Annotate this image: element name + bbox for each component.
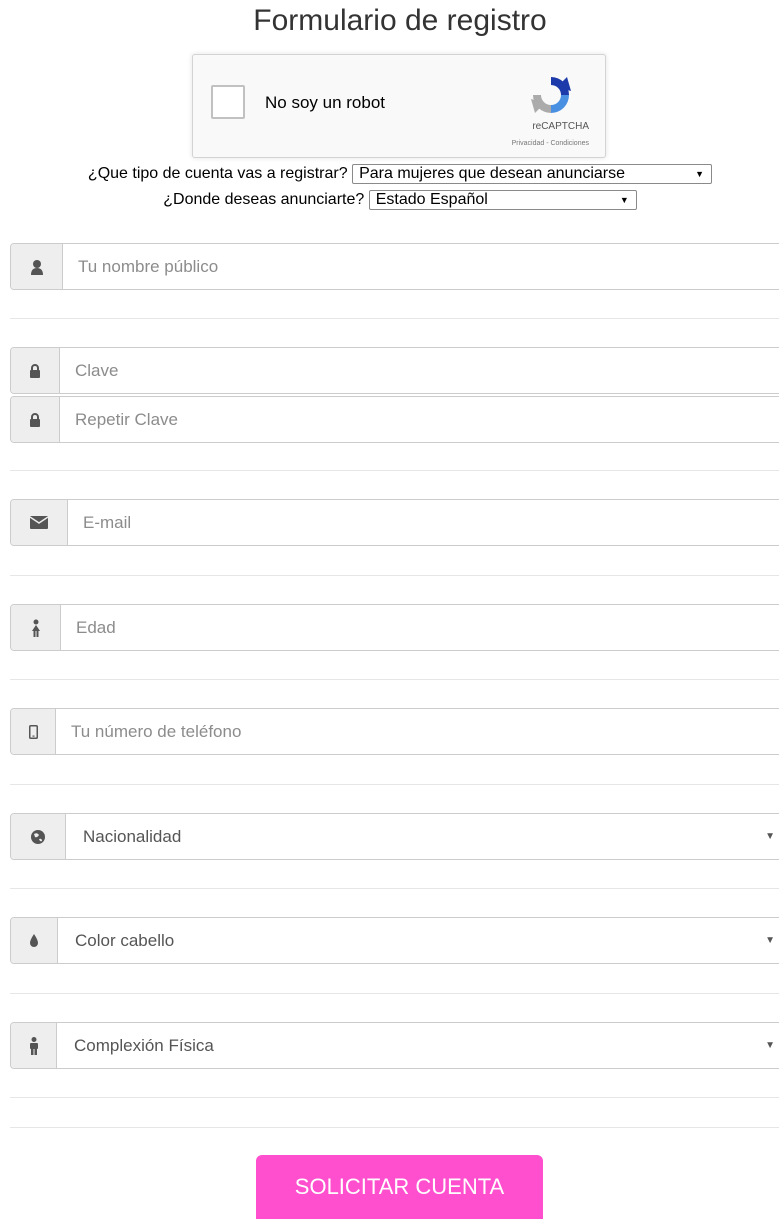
phone-group (10, 708, 779, 755)
hair-color-selected: Color cabello (75, 930, 175, 950)
hair-color-select[interactable]: Color cabello ▼ (57, 918, 779, 963)
phone-input[interactable] (55, 709, 779, 754)
section-divider (10, 1097, 779, 1098)
account-type-select[interactable]: Para mujeres que desean anunciarse ▼ (352, 164, 713, 184)
password-repeat-input[interactable] (59, 397, 779, 442)
page-title: Formulario de registro (253, 4, 547, 37)
section-divider (10, 318, 779, 319)
location-row: ¿Donde deseas anunciarte? Estado Español… (0, 190, 779, 210)
dropdown-arrow-icon: ▼ (695, 169, 705, 179)
account-type-selected: Para mujeres que desean anunciarse (359, 165, 626, 182)
section-divider (10, 1127, 779, 1128)
section-divider (10, 993, 779, 994)
male-icon (11, 1023, 57, 1068)
public-name-group (10, 243, 779, 290)
dropdown-arrow-icon: ▼ (765, 1040, 775, 1051)
recaptcha-widget: No soy un robot reCAPTCHA Privacidad - C… (192, 54, 606, 158)
mobile-icon (11, 709, 56, 754)
build-selected: Complexión Física (74, 1035, 214, 1055)
location-question: ¿Donde deseas anunciarte? (163, 191, 365, 209)
lock-icon (11, 348, 60, 393)
recaptcha-logo-icon (531, 77, 571, 113)
section-divider (10, 470, 779, 471)
section-divider (10, 575, 779, 576)
email-group (10, 499, 779, 546)
location-select[interactable]: Estado Español ▼ (368, 190, 637, 210)
account-type-question: ¿Que tipo de cuenta vas a registrar? (87, 165, 348, 183)
nationality-selected: Nacionalidad (83, 826, 182, 846)
password-group (10, 347, 779, 394)
submit-account-button[interactable]: SOLICITAR CUENTA (256, 1155, 543, 1219)
password-input[interactable] (59, 348, 779, 393)
female-icon (11, 605, 61, 650)
dropdown-arrow-icon: ▼ (619, 195, 629, 205)
section-divider (10, 784, 779, 785)
nationality-group: Nacionalidad ▼ (10, 813, 779, 860)
section-divider (10, 888, 779, 889)
password-repeat-group (10, 396, 779, 443)
email-input[interactable] (67, 500, 779, 545)
location-selected: Estado Español (375, 191, 488, 208)
globe-icon (11, 814, 66, 859)
age-group (10, 604, 779, 651)
build-select[interactable]: Complexión Física ▼ (56, 1023, 779, 1068)
recaptcha-brand: reCAPTCHA (532, 121, 589, 132)
age-input[interactable] (60, 605, 779, 650)
recaptcha-checkbox[interactable] (211, 85, 245, 119)
section-divider (10, 679, 779, 680)
recaptcha-label: No soy un robot (265, 93, 386, 112)
nationality-select[interactable]: Nacionalidad ▼ (65, 814, 779, 859)
hair-color-group: Color cabello ▼ (10, 917, 779, 964)
drop-icon (11, 918, 58, 963)
dropdown-arrow-icon: ▼ (765, 831, 775, 842)
recaptcha-privacy-links[interactable]: Privacidad - Condiciones (512, 140, 589, 147)
user-icon (11, 244, 63, 289)
envelope-icon (11, 500, 68, 545)
public-name-input[interactable] (62, 244, 779, 289)
account-type-row: ¿Que tipo de cuenta vas a registrar? Par… (0, 164, 779, 184)
build-group: Complexión Física ▼ (10, 1022, 779, 1069)
lock-icon (11, 397, 60, 442)
dropdown-arrow-icon: ▼ (765, 935, 775, 946)
